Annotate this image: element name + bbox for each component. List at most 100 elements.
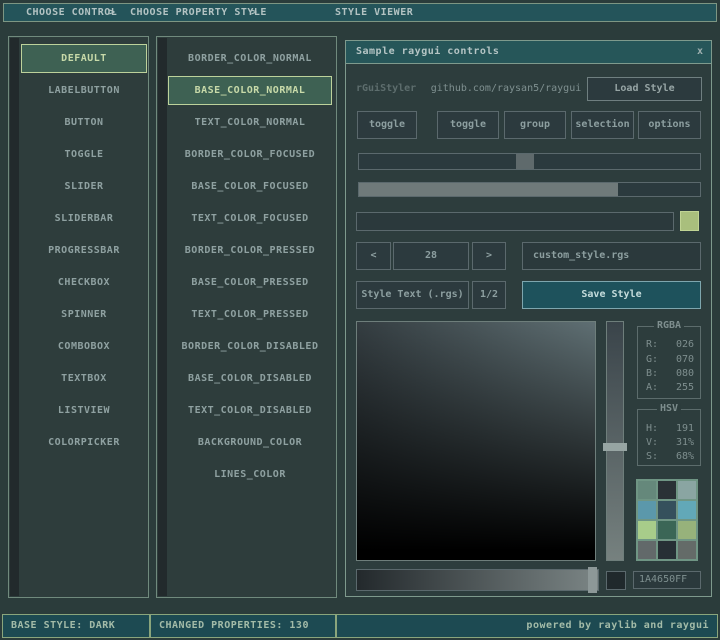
property-item-border-color-pressed[interactable]: BORDER_COLOR_PRESSED [168,236,332,265]
properties-list-panel: BORDER_COLOR_NORMAL BASE_COLOR_NORMAL TE… [156,36,337,598]
menu-item-choose-property-style: CHOOSE PROPERTY STYLE [130,4,267,21]
control-item-listview[interactable]: LISTVIEW [21,396,147,425]
control-item-colorpicker[interactable]: COLORPICKER [21,428,147,457]
rgba-title: RGBA [654,320,684,331]
control-item-progressbar[interactable]: PROGRESSBAR [21,236,147,265]
color-swatch[interactable] [678,501,696,519]
control-item-toggle[interactable]: TOGGLE [21,140,147,169]
toggle-group-item-toggle[interactable]: toggle [437,111,499,139]
color-swatch[interactable] [638,501,656,519]
rgba-groupbox: RGBA R:026 G:070 B:080 A:255 [637,326,701,399]
text-input[interactable] [356,212,674,231]
control-item-button[interactable]: BUTTON [21,108,147,137]
window-titlebar[interactable]: Sample raygui controls x [346,41,711,64]
progress-bar [358,182,701,197]
sample-window: Sample raygui controls x rGuiStyler gith… [345,40,712,597]
color-swatch[interactable] [678,481,696,499]
property-item-base-color-focused[interactable]: BASE_COLOR_FOCUSED [168,172,332,201]
slider[interactable] [358,153,701,170]
controls-list-panel: DEFAULT LABELBUTTON BUTTON TOGGLE SLIDER… [8,36,149,598]
save-style-button[interactable]: Save Style [522,281,701,309]
control-item-default[interactable]: DEFAULT [21,44,147,73]
hsv-groupbox: HSV H:191 V:31% S:68% [637,409,701,466]
toggle-group-item-options[interactable]: options [638,111,701,139]
status-base-style: BASE STYLE: DARK [2,614,150,638]
status-powered-by: powered by raylib and raygui [336,614,718,638]
control-item-labelbutton[interactable]: LABELBUTTON [21,76,147,105]
alpha-slider-handle[interactable] [588,567,597,593]
rgba-r-value: 026 [676,339,694,350]
color-swatch[interactable] [638,521,656,539]
property-item-base-color-pressed[interactable]: BASE_COLOR_PRESSED [168,268,332,297]
progress-fill [359,183,618,196]
spinner-decrement-button[interactable]: < [356,242,391,270]
control-item-sliderbar[interactable]: SLIDERBAR [21,204,147,233]
control-item-spinner[interactable]: SPINNER [21,300,147,329]
load-style-button[interactable]: Load Style [587,77,702,101]
rgba-a-value: 255 [676,382,694,393]
property-item-text-color-disabled[interactable]: TEXT_COLOR_DISABLED [168,396,332,425]
rgba-b-value: 080 [676,368,694,379]
property-item-base-color-disabled[interactable]: BASE_COLOR_DISABLED [168,364,332,393]
breadcrumb-separator-icon: > [251,4,258,21]
color-accent-box[interactable] [680,211,699,231]
close-icon[interactable]: x [697,41,703,63]
toggle-group-item-selection[interactable]: selection [571,111,634,139]
hsv-h-label: H: [646,423,658,434]
filename-input[interactable]: custom_style.rgs [522,242,701,270]
breadcrumb-separator-icon: > [109,4,116,21]
control-item-textbox[interactable]: TEXTBOX [21,364,147,393]
property-item-text-color-normal[interactable]: TEXT_COLOR_NORMAL [168,108,332,137]
property-item-text-color-pressed[interactable]: TEXT_COLOR_PRESSED [168,300,332,329]
rgba-r-label: R: [646,339,658,350]
control-item-checkbox[interactable]: CHECKBOX [21,268,147,297]
property-item-border-color-normal[interactable]: BORDER_COLOR_NORMAL [168,44,332,73]
hsv-v-value: 31% [676,437,694,448]
slider-handle[interactable] [516,154,534,169]
color-swatch[interactable] [658,481,676,499]
status-changed-properties: CHANGED PROPERTIES: 130 [150,614,336,638]
control-item-combobox[interactable]: COMBOBOX [21,332,147,361]
color-panel[interactable] [356,321,596,561]
alpha-slider[interactable] [356,569,599,591]
hsv-s-value: 68% [676,451,694,462]
color-swatch[interactable] [658,541,676,559]
hsv-v-label: V: [646,437,658,448]
rgba-a-label: A: [646,382,658,393]
color-swatch[interactable] [678,541,696,559]
control-item-slider[interactable]: SLIDER [21,172,147,201]
repo-link[interactable]: github.com/raysan5/raygui [426,77,586,101]
rgba-b-label: B: [646,368,658,379]
property-item-text-color-focused[interactable]: TEXT_COLOR_FOCUSED [168,204,332,233]
toggle-group-item-group[interactable]: group [504,111,566,139]
color-swatch[interactable] [638,541,656,559]
property-item-border-color-disabled[interactable]: BORDER_COLOR_DISABLED [168,332,332,361]
color-preview-box [606,571,626,590]
hsv-h-value: 191 [676,423,694,434]
page-toggle-button[interactable]: 1/2 [472,281,506,309]
toggle-button[interactable]: toggle [357,111,417,139]
color-swatch[interactable] [658,521,676,539]
app-name-label: rGuiStyler [356,77,416,101]
hsv-s-label: S: [646,451,658,462]
rgba-g-value: 070 [676,354,694,365]
spinner-increment-button[interactable]: > [472,242,506,270]
color-swatch[interactable] [658,501,676,519]
controls-scrollbar[interactable] [10,38,19,596]
color-swatch[interactable] [638,481,656,499]
top-menu-bar: CHOOSE CONTROL > CHOOSE PROPERTY STYLE >… [3,3,717,22]
property-item-lines-color[interactable]: LINES_COLOR [168,460,332,489]
properties-scrollbar[interactable] [158,38,167,596]
menu-item-style-viewer: STYLE VIEWER [335,4,413,21]
spinner-value[interactable]: 28 [393,242,469,270]
style-text-button[interactable]: Style Text (.rgs) [356,281,469,309]
property-item-border-color-focused[interactable]: BORDER_COLOR_FOCUSED [168,140,332,169]
hue-slider[interactable] [606,321,624,561]
property-item-base-color-normal[interactable]: BASE_COLOR_NORMAL [168,76,332,105]
property-item-background-color[interactable]: BACKGROUND_COLOR [168,428,332,457]
hex-color-input[interactable]: 1A4650FF [633,571,701,589]
color-swatch[interactable] [678,521,696,539]
window-title: Sample raygui controls [356,41,499,63]
color-swatches-grid [636,479,698,561]
hue-slider-handle[interactable] [603,443,627,451]
